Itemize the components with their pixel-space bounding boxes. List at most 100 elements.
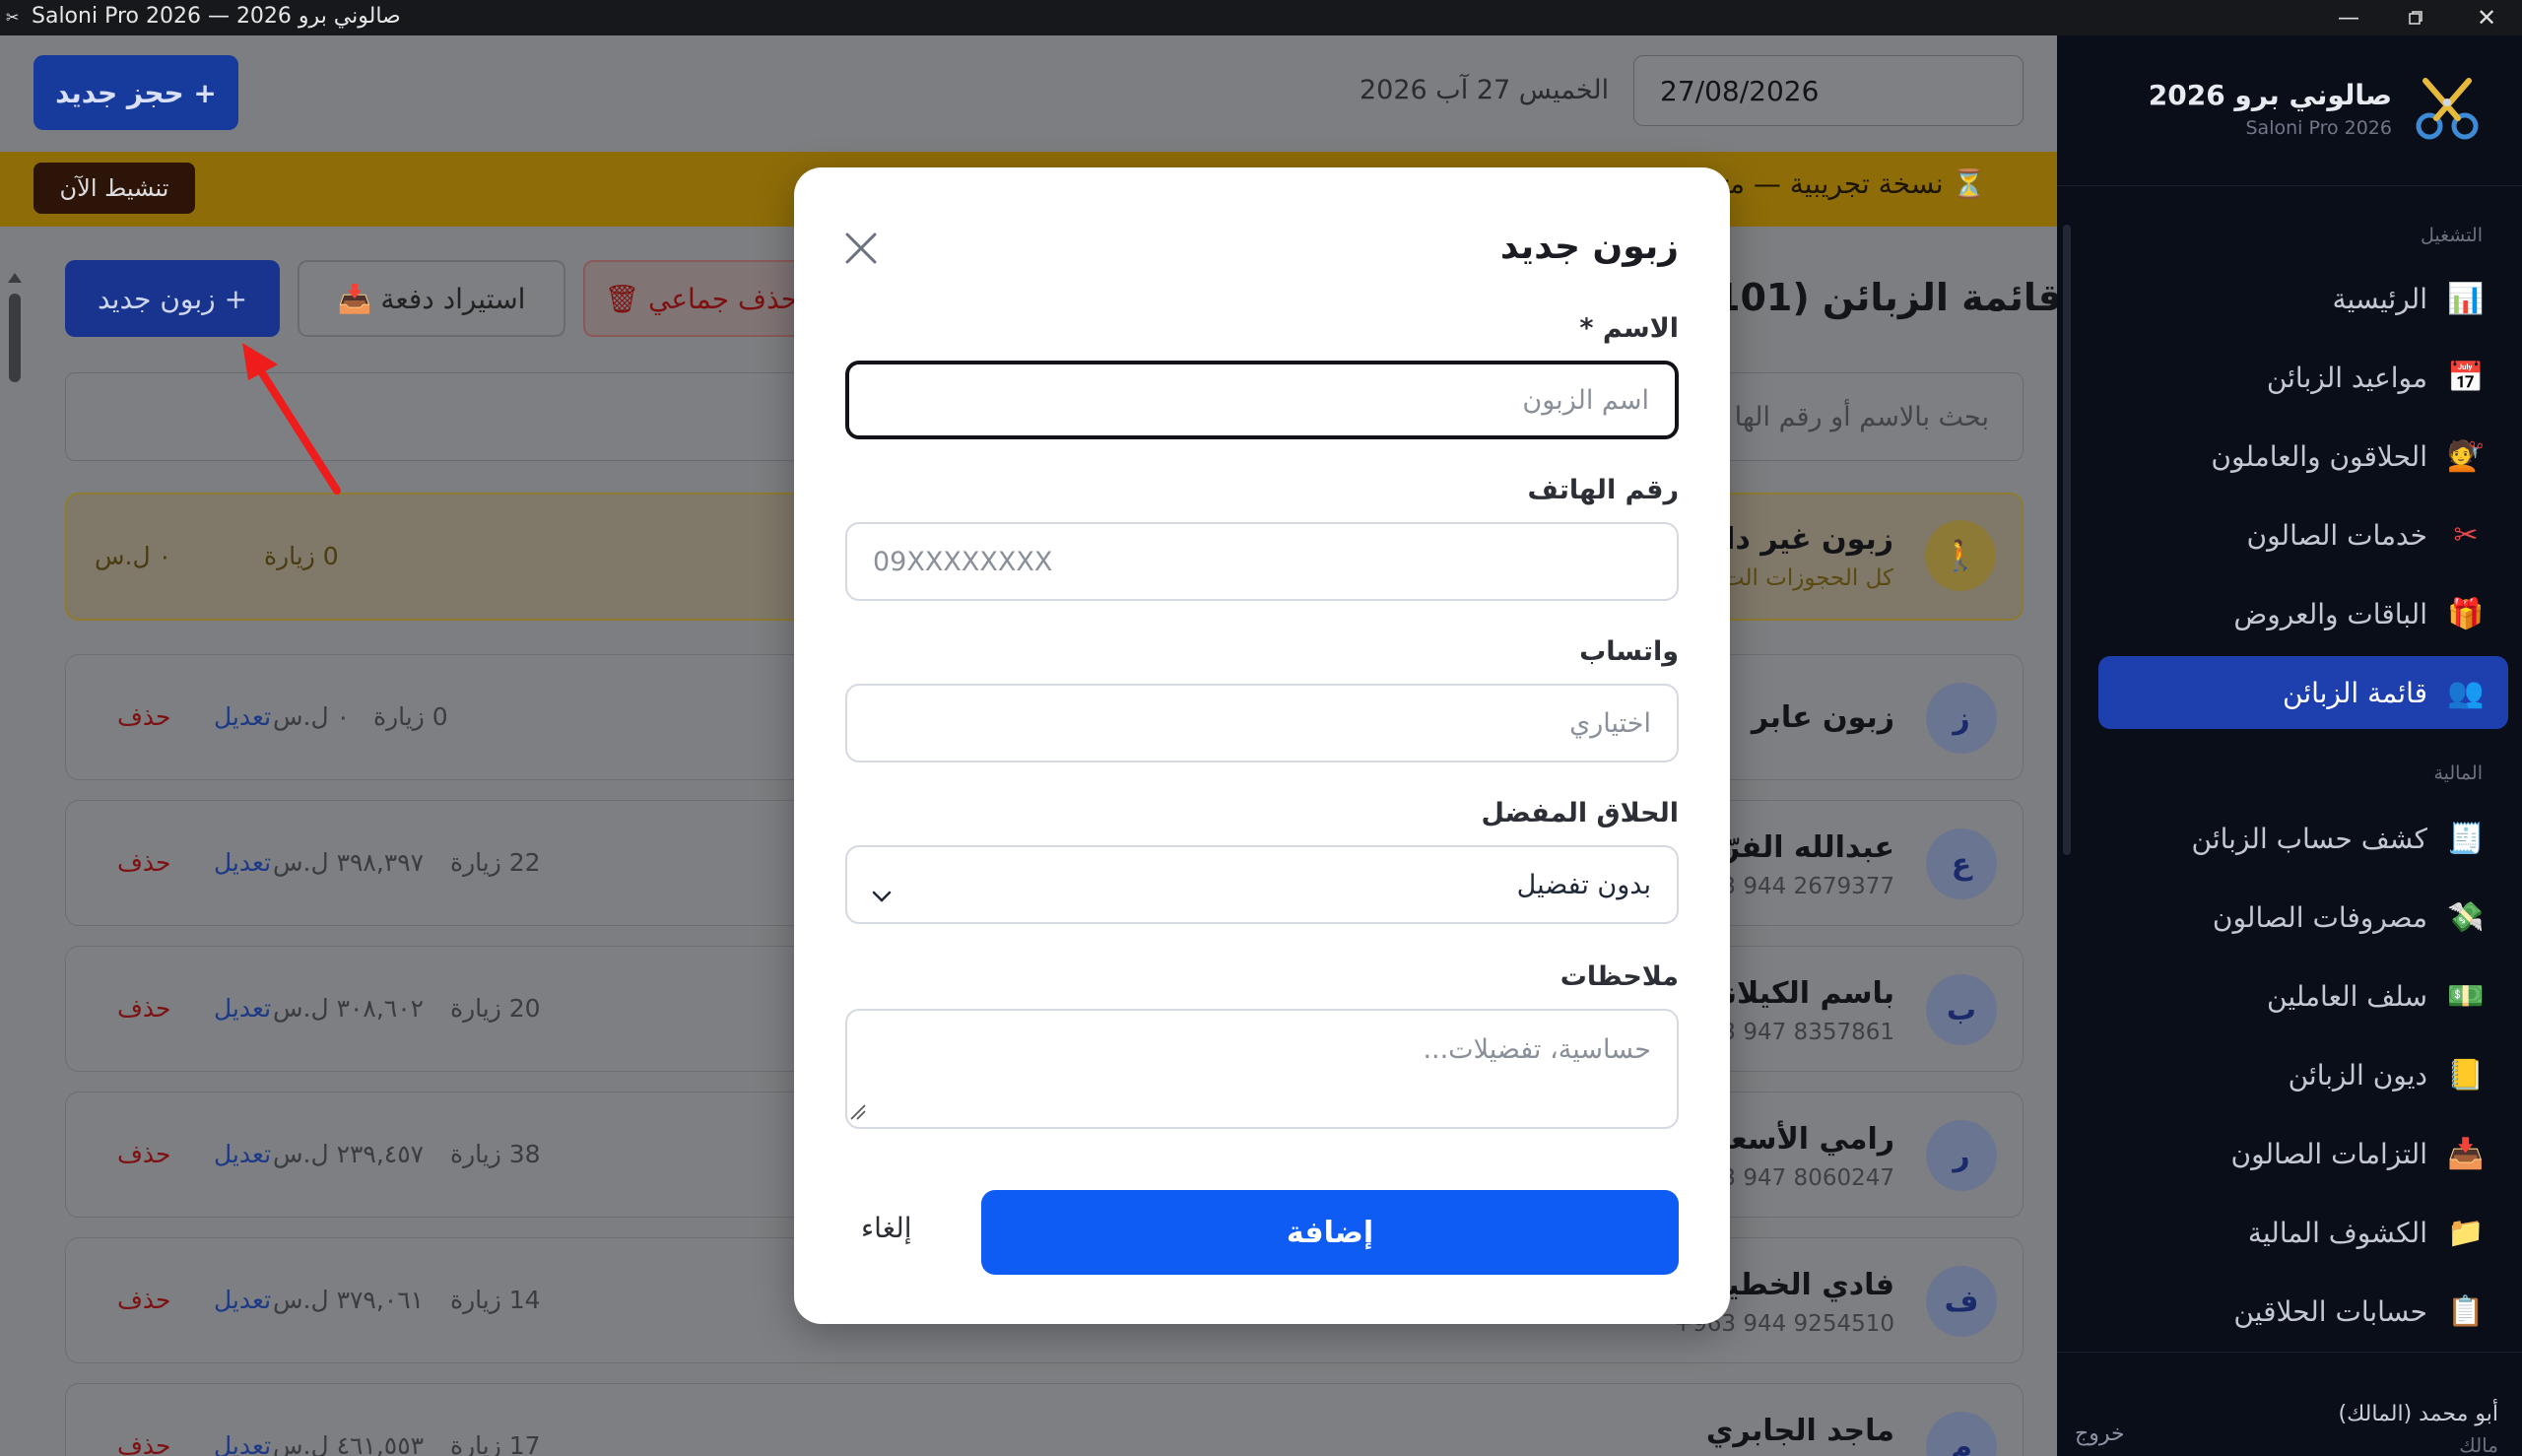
sidebar-item-label: حسابات الحلاقين: [2233, 1294, 2427, 1328]
customer-name: زبون عابر: [1751, 700, 1894, 735]
folder-icon: 📁: [2447, 1215, 2485, 1250]
edit-button[interactable]: تعديل: [214, 1431, 271, 1456]
sidebar-item-appointments[interactable]: 📅 مواعيد الزبائن: [2098, 341, 2508, 414]
cash-icon: 💵: [2447, 978, 2485, 1014]
customer-amount: ٣٩٨,٣٩٧ ل.س: [273, 848, 425, 877]
customer-amount: ٠ ل.س: [273, 702, 351, 731]
delete-button[interactable]: حذف: [117, 1286, 171, 1314]
scroll-up-icon[interactable]: [7, 272, 23, 284]
sidebar-item-label: التزامات الصالون: [2230, 1137, 2427, 1170]
sidebar-item-label: سلف العاملين: [2267, 979, 2427, 1013]
logout-button[interactable]: خروج: [2075, 1422, 2125, 1446]
preferred-barber-select[interactable]: بدون تفضيل: [845, 845, 1679, 924]
annotation-arrow-icon: [242, 343, 341, 495]
owner-name: أبو محمد (المالك): [2338, 1402, 2499, 1426]
customer-amount: ٤٦١,٥٥٣ ل.س: [273, 1431, 425, 1456]
resize-handle-icon[interactable]: [849, 1103, 867, 1121]
delete-button[interactable]: حذف: [117, 994, 171, 1023]
calendar-icon: 📅: [2447, 360, 2485, 395]
trial-banner-text: ⏳ نسخة تجريبية — متب: [1694, 167, 1987, 200]
table-row[interactable]: م ماجد الجابري 17 زيارة ٤٦١,٥٥٣ ل.س تعدي…: [65, 1383, 2024, 1456]
customer-avatar: ز: [1926, 683, 1997, 754]
phone-input[interactable]: [845, 522, 1679, 601]
sidebar-item-label: الحلاقون والعاملون: [2211, 439, 2427, 473]
main-scrollbar[interactable]: [4, 268, 26, 1450]
main-scroll-thumb[interactable]: [9, 294, 21, 382]
customer-visits: 0 زيارة: [373, 702, 448, 731]
whatsapp-label: واتساب: [1579, 636, 1679, 667]
customer-phone: 63 944 2679377: [1706, 874, 1894, 899]
notes-label: ملاحظات: [1560, 961, 1679, 992]
sidebar-item-label: مصروفات الصالون: [2212, 900, 2427, 934]
sidebar-item-obligations[interactable]: 📥 التزامات الصالون: [2098, 1117, 2508, 1190]
close-icon[interactable]: [841, 229, 881, 268]
edit-button[interactable]: تعديل: [214, 702, 271, 731]
walkin-amount: ٠ ل.س: [95, 542, 172, 570]
delete-button[interactable]: حذف: [117, 1140, 171, 1168]
sidebar-item-barber-accounts[interactable]: 📋 حسابات الحلاقين: [2098, 1275, 2508, 1348]
sidebar-item-packages[interactable]: 🎁 الباقات والعروض: [2098, 577, 2508, 650]
sidebar-item-statements[interactable]: 🧾 كشف حساب الزبائن: [2098, 802, 2508, 875]
edit-button[interactable]: تعديل: [214, 994, 271, 1023]
customer-amount: ٣٧٩,٠٦١ ل.س: [273, 1286, 425, 1314]
name-input[interactable]: [845, 361, 1679, 439]
notes-textarea[interactable]: [845, 1009, 1679, 1129]
customer-visits: 17 زيارة: [450, 1431, 541, 1456]
sidebar-scroll-thumb[interactable]: [2063, 225, 2071, 855]
sidebar-item-barbers[interactable]: 💇 الحلاقون والعاملون: [2098, 420, 2508, 493]
sidebar-item-label: مواعيد الزبائن: [2266, 361, 2427, 394]
new-customer-button[interactable]: + زبون جديد: [65, 260, 280, 337]
sidebar-footer: أبو محمد (المالك) مالك خروج: [2057, 1352, 2522, 1456]
delete-button[interactable]: حذف: [117, 702, 171, 731]
page-title: قائمة الزبائن (101: [1714, 276, 2057, 319]
app-icon: ✂: [6, 8, 20, 27]
cancel-button[interactable]: إلغاء: [861, 1212, 912, 1244]
sidebar-item-debts[interactable]: 📒 ديون الزبائن: [2098, 1038, 2508, 1111]
edit-button[interactable]: تعديل: [214, 848, 271, 877]
delete-button[interactable]: حذف: [117, 1431, 171, 1456]
date-picker-input[interactable]: 27/08/2026: [1633, 55, 2024, 126]
new-customer-dialog: زبون جديد الاسم * رقم الهاتف واتساب الحل…: [794, 167, 1730, 1324]
walkin-subtitle: كل الحجوزات الت: [1722, 565, 1893, 591]
sidebar-scrollbar[interactable]: [2059, 185, 2073, 1367]
edit-button[interactable]: تعديل: [214, 1286, 271, 1314]
ledger-icon: 📒: [2447, 1057, 2485, 1092]
activate-now-button[interactable]: تنشيط الآن: [33, 163, 195, 214]
brand-subtitle: Saloni Pro 2026: [2245, 116, 2392, 139]
sidebar-divider: [2057, 185, 2522, 186]
new-booking-button[interactable]: + حجز جديد: [33, 55, 238, 130]
sidebar-item-services[interactable]: ✂ خدمات الصالون: [2098, 498, 2508, 571]
customer-name: ماجد الجابري: [1705, 1414, 1894, 1448]
users-icon: 👥: [2447, 675, 2485, 710]
customer-avatar: م: [1926, 1412, 1997, 1456]
brand-title: صالوني برو 2026: [2148, 78, 2392, 111]
close-window-icon[interactable]: ✕: [2459, 0, 2514, 35]
money-wings-icon: 💸: [2447, 899, 2485, 935]
scissors-icon: ✂: [2453, 517, 2479, 553]
sidebar-item-financial-reports[interactable]: 📁 الكشوف المالية: [2098, 1196, 2508, 1269]
gift-icon: 🎁: [2447, 596, 2485, 631]
window-title: Saloni Pro 2026 — صالوني برو 2026: [32, 4, 401, 29]
customer-amount: ٢٣٩,٤٥٧ ل.س: [273, 1140, 425, 1168]
sidebar-item-home[interactable]: 📊 الرئيسية: [2098, 262, 2508, 335]
sidebar-item-label: الباقات والعروض: [2233, 597, 2427, 630]
barber-icon: 💇: [2447, 438, 2485, 474]
customer-phone: 63 947 8357861: [1706, 1020, 1894, 1045]
import-payment-button[interactable]: استيراد دفعة 📥: [298, 260, 565, 337]
delete-button[interactable]: حذف: [117, 848, 171, 877]
add-button[interactable]: إضافة: [981, 1190, 1679, 1275]
whatsapp-input[interactable]: [845, 684, 1679, 762]
maximize-icon[interactable]: [2388, 0, 2443, 35]
sidebar-item-advances[interactable]: 💵 سلف العاملين: [2098, 960, 2508, 1032]
customer-visits: 20 زيارة: [450, 994, 541, 1023]
dialog-title: زبون جديد: [1499, 227, 1679, 267]
preferred-barber-label: الحلاق المفضل: [1481, 798, 1679, 828]
statement-icon: 🧾: [2447, 821, 2485, 856]
edit-button[interactable]: تعديل: [214, 1140, 271, 1168]
customer-phone: 63 947 8060247: [1706, 1165, 1894, 1191]
sidebar-item-customers[interactable]: 👥 قائمة الزبائن: [2098, 656, 2508, 729]
customer-name: رامي الأسعد: [1713, 1122, 1894, 1157]
sidebar-item-expenses[interactable]: 💸 مصروفات الصالون: [2098, 881, 2508, 954]
walkin-visits: 0 زيارة: [264, 542, 339, 570]
minimize-icon[interactable]: —: [2321, 0, 2376, 35]
